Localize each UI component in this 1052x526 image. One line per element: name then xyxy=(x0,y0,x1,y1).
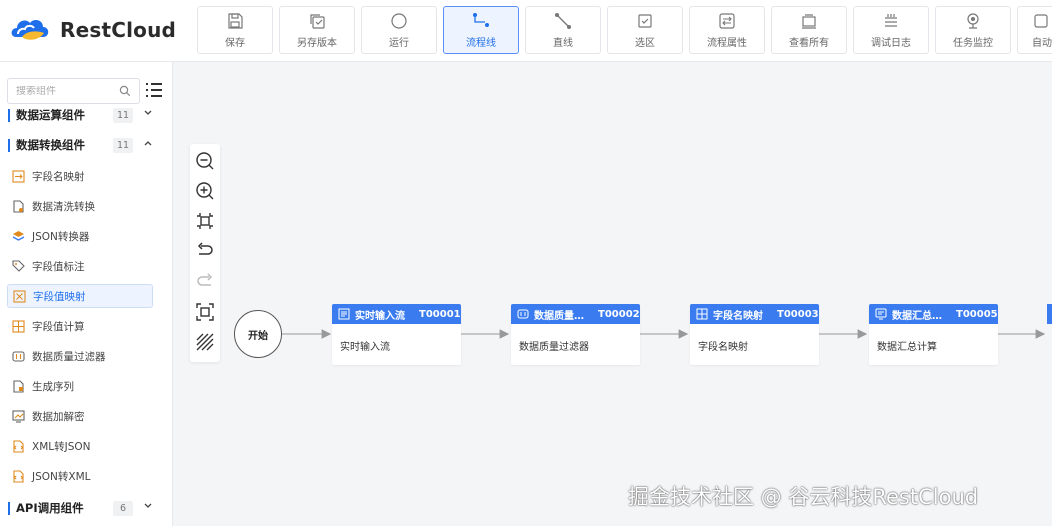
sidebar-item-encrypt[interactable]: 数据加解密 xyxy=(7,404,153,428)
group-data-operation[interactable]: 数据运算组件 11 xyxy=(0,102,172,128)
field-value-mapping-icon xyxy=(13,289,26,303)
select-area-button[interactable]: 选区 xyxy=(607,6,683,54)
node-title: 实时输入流 xyxy=(355,310,405,322)
node-description: 实时输入流 xyxy=(340,342,390,353)
group-marker xyxy=(8,502,10,515)
debug-log-button[interactable]: 调试日志 xyxy=(853,6,929,54)
node-header: 实时输入流 T00001 xyxy=(332,304,461,324)
select-area-icon xyxy=(638,13,652,28)
calculate-icon xyxy=(12,319,25,333)
flow-line-button[interactable]: 流程线 xyxy=(443,6,519,54)
save-icon xyxy=(228,12,243,29)
chevron-up-icon[interactable] xyxy=(143,138,153,148)
sidebar-item-xml-to-json[interactable]: XML转JSON xyxy=(7,434,153,458)
stream-icon xyxy=(338,308,350,320)
data-cleaning-icon xyxy=(13,199,24,213)
sidebar-item-field-value-tag[interactable]: 字段值标注 xyxy=(7,254,153,278)
auto-button[interactable]: 自动 xyxy=(1017,6,1052,54)
list-view-icon[interactable] xyxy=(145,81,163,99)
straight-line-button[interactable]: 直线 xyxy=(525,6,601,54)
toolbar: 保存 另存版本 运行 流程线 直线 选区 流程属性 查看所有 调试日志 任务监控… xyxy=(197,6,1052,54)
summary-icon xyxy=(875,308,887,320)
group-marker xyxy=(8,109,10,122)
save-version-button[interactable]: 另存版本 xyxy=(279,6,355,54)
group-count-badge: 11 xyxy=(113,108,133,123)
chevron-down-icon[interactable] xyxy=(143,501,153,511)
field-name-mapping-icon xyxy=(696,308,708,320)
flow-properties-icon xyxy=(719,12,735,29)
straight-line-icon xyxy=(555,12,571,29)
watermark: 掘金技术社区 @ 谷云科技RestCloud xyxy=(628,485,979,509)
json-to-xml-icon xyxy=(13,469,24,483)
node-id: T00005 xyxy=(956,308,998,320)
flow-edges xyxy=(282,329,1046,339)
node-title: 字段名映射 xyxy=(713,310,763,322)
node-title: 数据汇总… xyxy=(892,310,942,322)
sidebar-item-field-value-mapping[interactable]: 字段值映射 xyxy=(7,284,153,308)
component-sidebar: 数据运算组件 11 数据转换组件 11 字段名映射 数据清洗转换 JSON转换器… xyxy=(0,62,173,526)
flow-canvas[interactable]: 开始 实时输入流 T00001 实时输入流 数据质量… T00002 数据质量过… xyxy=(174,62,1052,526)
search-icon[interactable] xyxy=(119,85,131,97)
node-description: 字段名映射 xyxy=(698,342,748,353)
group-marker xyxy=(8,139,10,152)
auto-icon xyxy=(1034,13,1048,28)
flow-node-t00005[interactable]: 数据汇总… T00005 数据汇总计算 xyxy=(869,304,998,365)
node-header: 数据汇总… T00005 xyxy=(869,304,998,324)
logo-text: RestCloud xyxy=(60,18,177,42)
sidebar-item-quality-filter[interactable]: 数据质量过滤器 xyxy=(7,344,153,368)
node-header: 字段名映射 T00003 xyxy=(690,304,819,324)
debug-log-icon xyxy=(885,13,897,27)
flow-node-t00001[interactable]: 实时输入流 T00001 实时输入流 xyxy=(332,304,461,365)
offscreen-node-edge xyxy=(1047,304,1052,324)
sidebar-item-data-cleaning[interactable]: 数据清洗转换 xyxy=(7,194,153,218)
quality-filter-icon xyxy=(12,350,25,362)
save-button[interactable]: 保存 xyxy=(197,6,273,54)
logo: RestCloud xyxy=(8,12,176,48)
group-count-badge: 6 xyxy=(113,501,133,516)
flow-node-t00002[interactable]: 数据质量… T00002 数据质量过滤器 xyxy=(511,304,640,365)
header: RestCloud 保存 另存版本 运行 流程线 直线 选区 流程属性 查看所有… xyxy=(0,0,1052,62)
view-all-button[interactable]: 查看所有 xyxy=(771,6,847,54)
group-api-call[interactable]: API调用组件 6 xyxy=(0,495,172,521)
view-all-icon xyxy=(802,13,816,29)
node-header: 数据质量… T00002 xyxy=(511,304,640,324)
sidebar-item-field-value-calc[interactable]: 字段值计算 xyxy=(7,314,153,338)
flow-line-icon xyxy=(473,12,489,27)
task-monitor-button[interactable]: 任务监控 xyxy=(935,6,1011,54)
node-description: 数据质量过滤器 xyxy=(519,342,589,353)
group-data-transform[interactable]: 数据转换组件 11 xyxy=(0,132,172,158)
run-button[interactable]: 运行 xyxy=(361,6,437,54)
sidebar-item-json-converter[interactable]: JSON转换器 xyxy=(7,224,153,248)
json-converter-icon xyxy=(12,230,25,241)
group-count-badge: 11 xyxy=(113,138,133,153)
flow-node-t00003[interactable]: 字段名映射 T00003 字段名映射 xyxy=(690,304,819,365)
quality-filter-icon xyxy=(517,309,529,319)
chevron-down-icon[interactable] xyxy=(143,108,153,118)
sidebar-item-json-to-xml[interactable]: JSON转XML xyxy=(7,464,153,488)
node-title: 数据质量… xyxy=(534,310,584,322)
node-id: T00002 xyxy=(598,308,640,320)
xml-to-json-icon xyxy=(13,439,24,453)
copy-version-icon xyxy=(310,13,325,29)
cloud-logo-icon xyxy=(11,19,49,40)
run-icon xyxy=(391,12,407,29)
sidebar-item-generate-sequence[interactable]: 生成序列 xyxy=(7,374,153,398)
task-monitor-icon xyxy=(967,12,979,29)
tag-icon xyxy=(12,259,25,272)
encrypt-icon xyxy=(12,409,25,423)
node-id: T00003 xyxy=(777,308,819,320)
node-description: 数据汇总计算 xyxy=(877,342,937,353)
node-id: T00001 xyxy=(419,308,461,320)
search-box xyxy=(7,78,140,104)
search-input[interactable] xyxy=(16,85,116,97)
flow-properties-button[interactable]: 流程属性 xyxy=(689,6,765,54)
sidebar-item-field-name-mapping[interactable]: 字段名映射 xyxy=(7,164,153,188)
start-node[interactable]: 开始 xyxy=(234,310,282,358)
field-name-mapping-icon xyxy=(12,169,25,183)
sequence-icon xyxy=(13,379,24,393)
